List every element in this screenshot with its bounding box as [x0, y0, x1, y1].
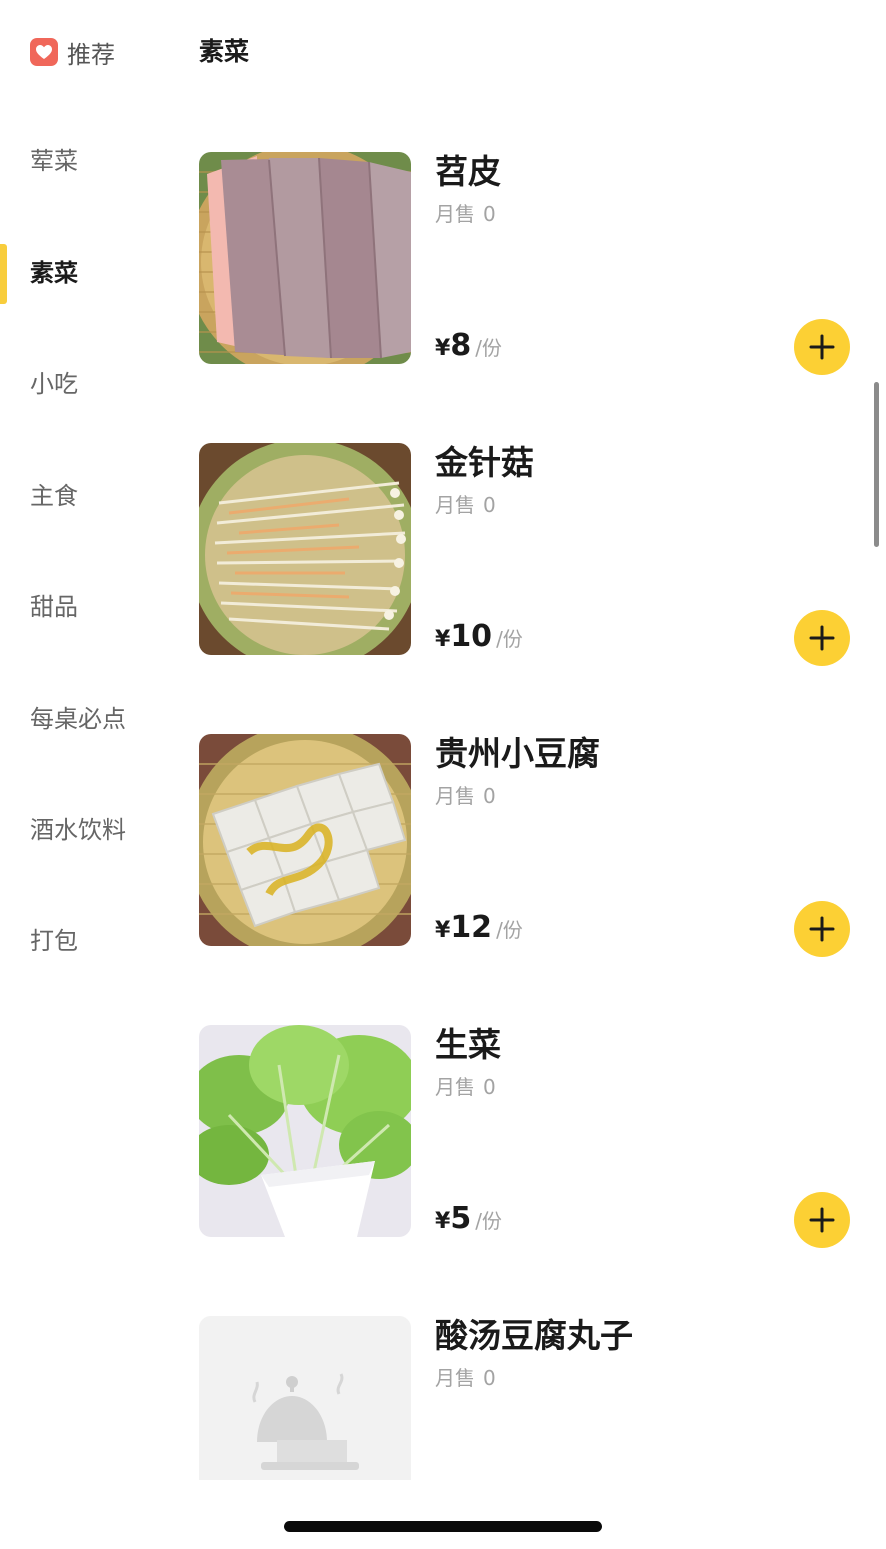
sales-label: 月售 — [435, 1075, 475, 1099]
sales-count: 0 — [483, 1075, 496, 1099]
sidebar-item-recommend-label: 推荐 — [67, 40, 115, 69]
home-indicator[interactable] — [284, 1521, 602, 1532]
category-sidebar: 推荐 荤菜 素菜 小吃 主食 甜品 每桌必点 酒水饮料 打包 — [0, 0, 180, 1549]
sidebar-item-must-order[interactable]: 每桌必点 — [30, 699, 126, 739]
price-unit: /份 — [496, 918, 523, 942]
sales-label: 月售 — [435, 1366, 475, 1390]
scrollbar[interactable] — [874, 382, 879, 547]
dish-image[interactable] — [199, 443, 411, 655]
dish-image[interactable] — [199, 1316, 411, 1480]
dish-price: ¥ 10 /份 — [435, 619, 523, 659]
dish-card[interactable]: 贵州小豆腐 月售 0 ¥ 12 /份 — [199, 734, 859, 957]
dish-name: 苕皮 — [435, 152, 501, 191]
plus-icon — [809, 1207, 835, 1233]
dish-name: 酸汤豆腐丸子 — [435, 1316, 633, 1355]
heart-icon — [30, 38, 58, 66]
dish-monthly-sales: 月售 0 — [435, 491, 496, 519]
dish-card[interactable]: 苕皮 月售 0 ¥ 8 /份 — [199, 152, 859, 375]
dish-name: 金针菇 — [435, 443, 534, 482]
dish-price: ¥ 12 /份 — [435, 910, 523, 950]
sidebar-item-desserts[interactable]: 甜品 — [30, 587, 78, 627]
guizhou-tofu-photo — [199, 734, 411, 946]
dish-card[interactable]: 金针菇 月售 0 ¥ 10 /份 — [199, 443, 859, 666]
add-to-cart-button[interactable] — [794, 319, 850, 375]
dish-price: ¥ 8 /份 — [435, 328, 502, 368]
dish-monthly-sales: 月售 0 — [435, 782, 496, 810]
lettuce-photo — [199, 1025, 411, 1237]
price-unit: /份 — [496, 627, 523, 651]
sidebar-item-staples[interactable]: 主食 — [30, 476, 78, 516]
price-currency: ¥ — [435, 627, 451, 652]
price-currency: ¥ — [435, 918, 451, 943]
dish-image[interactable] — [199, 152, 411, 364]
price-unit: /份 — [475, 336, 502, 360]
dish-monthly-sales: 月售 0 — [435, 1073, 496, 1101]
dish-monthly-sales: 月售 0 — [435, 1364, 496, 1392]
dish-monthly-sales: 月售 0 — [435, 200, 496, 228]
sidebar-item-vegetables[interactable]: 素菜 — [30, 253, 78, 293]
dish-card[interactable]: 酸汤豆腐丸子 月售 0 — [199, 1316, 859, 1480]
sidebar-item-recommend[interactable]: 推荐 — [30, 36, 115, 69]
add-to-cart-button[interactable] — [794, 901, 850, 957]
sweet-potato-sheet-photo — [199, 152, 411, 364]
sidebar-item-meat[interactable]: 荤菜 — [30, 141, 78, 181]
price-currency: ¥ — [435, 1209, 451, 1234]
price-value: 5 — [450, 1201, 472, 1236]
dish-image[interactable] — [199, 734, 411, 946]
plus-icon — [809, 916, 835, 942]
add-to-cart-button[interactable] — [794, 610, 850, 666]
price-value: 10 — [450, 619, 493, 654]
sidebar-item-snacks[interactable]: 小吃 — [30, 364, 78, 404]
sales-count: 0 — [483, 784, 496, 808]
sales-label: 月售 — [435, 784, 475, 808]
dish-image[interactable] — [199, 1025, 411, 1237]
price-currency: ¥ — [435, 336, 451, 361]
sales-count: 0 — [483, 202, 496, 226]
sales-label: 月售 — [435, 493, 475, 517]
price-value: 12 — [450, 910, 493, 945]
dish-card[interactable]: 生菜 月售 0 ¥ 5 /份 — [199, 1025, 859, 1248]
add-to-cart-button[interactable] — [794, 1192, 850, 1248]
placeholder-cloche-icon — [199, 1316, 411, 1480]
price-value: 8 — [450, 328, 472, 363]
price-unit: /份 — [475, 1209, 502, 1233]
sales-count: 0 — [483, 1366, 496, 1390]
plus-icon — [809, 334, 835, 360]
sales-count: 0 — [483, 493, 496, 517]
dish-name: 生菜 — [435, 1025, 501, 1064]
sidebar-item-drinks[interactable]: 酒水饮料 — [30, 810, 126, 850]
section-title: 素菜 — [199, 37, 250, 66]
active-category-indicator — [0, 244, 7, 304]
enoki-mushroom-photo — [199, 443, 411, 655]
dish-name: 贵州小豆腐 — [435, 734, 600, 773]
dish-price: ¥ 5 /份 — [435, 1201, 502, 1241]
plus-icon — [809, 625, 835, 651]
sidebar-item-takeaway[interactable]: 打包 — [30, 921, 78, 961]
sales-label: 月售 — [435, 202, 475, 226]
